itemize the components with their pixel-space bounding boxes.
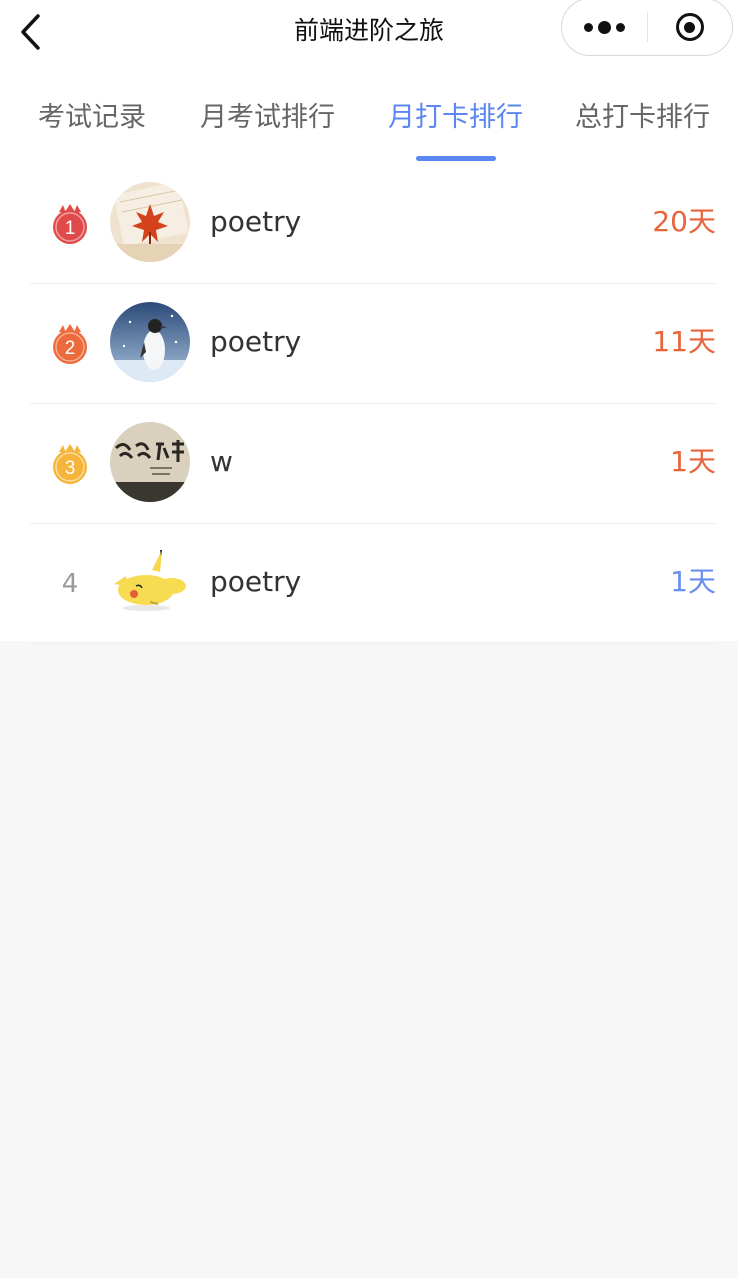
checkin-days: 20天	[652, 205, 716, 238]
checkin-days: 1天	[670, 565, 716, 598]
calligraphy-avatar[interactable]	[110, 422, 190, 502]
pikachu-avatar[interactable]	[110, 542, 190, 622]
active-tab-indicator	[416, 156, 496, 161]
svg-text:3: 3	[65, 458, 76, 479]
yellow-medal-icon: 3	[50, 442, 90, 486]
red-medal-icon: 1	[50, 202, 90, 246]
list-item[interactable]: 1 poetry 20天	[0, 164, 738, 284]
close-button[interactable]	[648, 0, 733, 55]
user-name: poetry	[210, 205, 302, 238]
checkin-days: 11天	[652, 325, 716, 358]
tab-total-checkin-rank[interactable]: 总打卡排行	[575, 98, 710, 138]
more-dots-icon	[583, 20, 625, 34]
user-name: poetry	[210, 565, 302, 598]
list-item[interactable]: 4 poetry 1天	[0, 524, 738, 644]
maple-leaf-avatar[interactable]	[110, 182, 190, 262]
checkin-days: 1天	[670, 445, 716, 478]
tab-exam-records[interactable]: 考试记录	[38, 98, 146, 138]
user-name: poetry	[210, 325, 302, 358]
list-item[interactable]: 3 w 1天	[0, 404, 738, 524]
svg-text:2: 2	[65, 338, 76, 359]
tab-monthly-checkin-rank[interactable]: 月打卡排行	[388, 98, 523, 138]
target-circle-icon	[675, 13, 704, 41]
svg-text:1: 1	[65, 218, 76, 239]
row-divider	[30, 643, 716, 644]
penguin-avatar[interactable]	[110, 302, 190, 382]
more-button[interactable]	[562, 0, 647, 55]
list-item[interactable]: 2 poetry 11天	[0, 284, 738, 404]
tab-bar: 考试记录 月考试排行 月打卡排行 总打卡排行	[0, 82, 738, 164]
rank-number: 4	[61, 569, 79, 599]
tab-monthly-exam-rank[interactable]: 月考试排行	[200, 98, 335, 138]
ranking-list: 1 poetry 20天 2 poetry 11天 3 w 1天 4 poetr…	[0, 164, 738, 644]
content-panel: 前端进阶之旅 考试记录 月考试排行 月打卡排行 总打卡排行 1 poetry 2…	[0, 0, 738, 644]
nav-bar: 前端进阶之旅	[0, 0, 738, 64]
orange-medal-icon: 2	[50, 322, 90, 366]
user-name: w	[210, 445, 233, 478]
mini-program-capsule	[561, 0, 733, 56]
